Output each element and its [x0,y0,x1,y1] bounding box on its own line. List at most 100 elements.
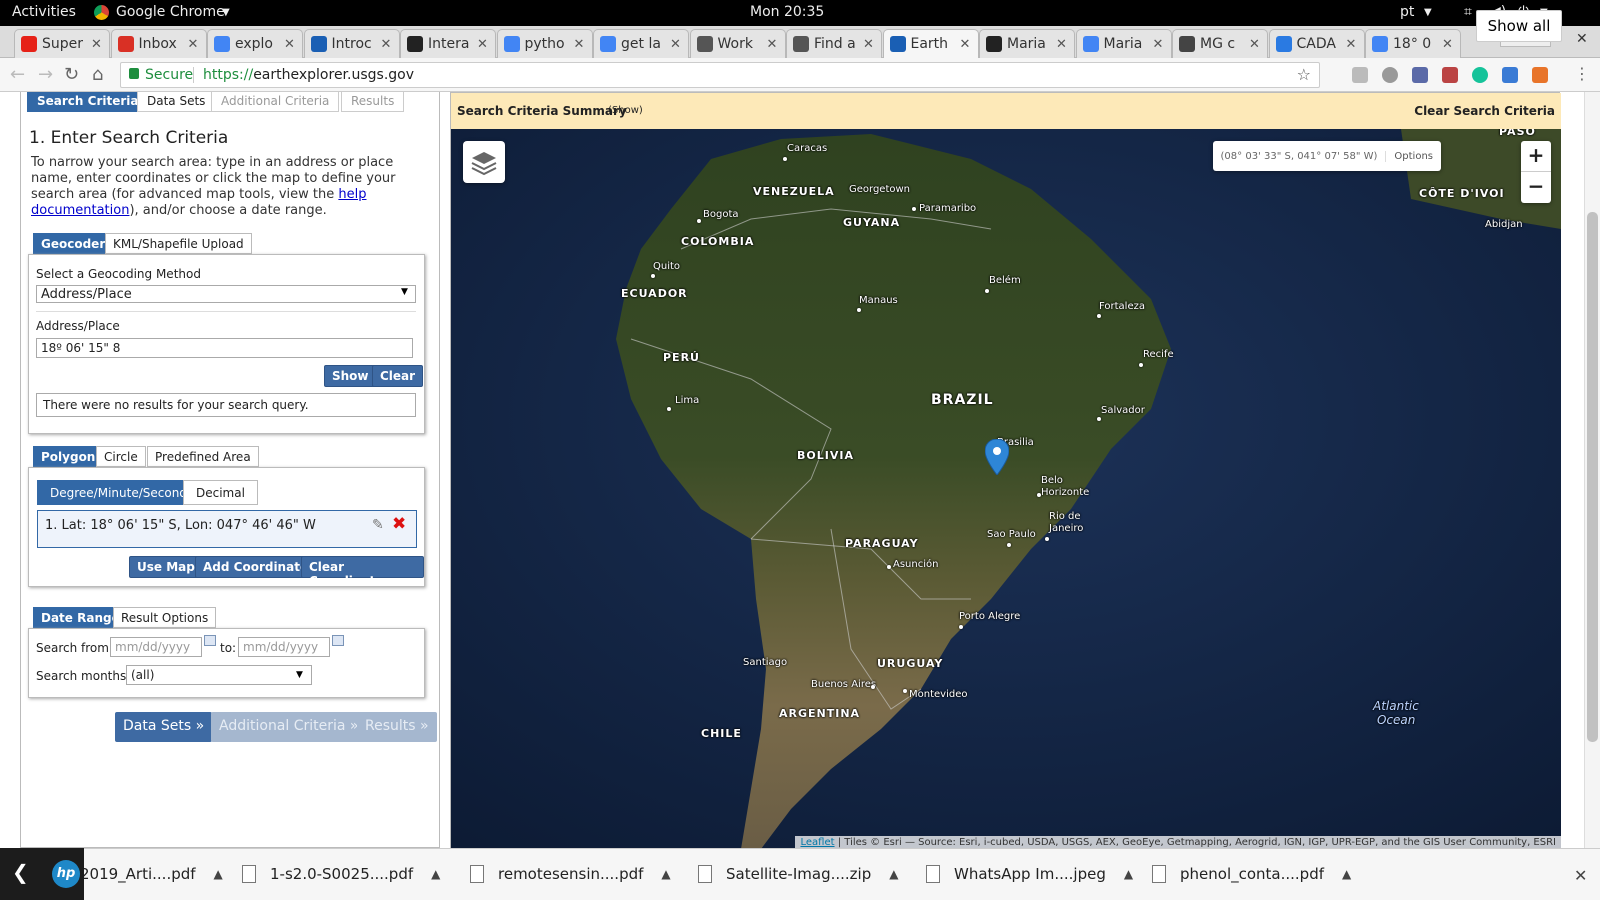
browser-tab[interactable]: Intera ✕ [400,29,496,58]
browser-tab[interactable]: get la ✕ [593,29,689,58]
browser-tab[interactable]: CADA ✕ [1268,29,1365,58]
tab-result-options[interactable]: Result Options [113,607,217,628]
keyboard-language[interactable]: pt [1400,4,1414,20]
browser-tab[interactable]: 18° 0 ✕ [1365,29,1461,58]
zoom-in-button[interactable]: + [1521,141,1551,172]
extension-icon[interactable] [1352,67,1368,83]
map-view[interactable]: Caracas VENEZUELA Georgetown GUYANA Para… [451,129,1561,848]
close-download-bar-icon[interactable]: ✕ [1574,866,1587,885]
tab-polygon[interactable]: Polygon [33,446,104,467]
tab-decimal[interactable]: Decimal [183,480,258,505]
close-tab-icon[interactable]: ✕ [1346,37,1360,52]
calendar-icon[interactable] [332,635,344,646]
page-scrollbar[interactable] [1584,92,1600,848]
options-link[interactable]: Options [1385,150,1441,162]
browser-tab[interactable]: Introc ✕ [303,29,400,58]
close-tab-icon[interactable]: ✕ [574,37,588,52]
grammarly-icon[interactable] [1472,67,1488,83]
results-button[interactable]: Results » [357,712,437,742]
chevron-up-icon[interactable]: ▲ [214,867,223,881]
home-icon[interactable]: ⌂ [92,64,103,85]
download-item[interactable]: phenol_conta....pdf ▲ [1152,858,1351,890]
date-to-input[interactable]: mm/dd/yyyy [238,637,330,657]
additional-criteria-button[interactable]: Additional Criteria » [211,712,367,742]
back-arrow-icon[interactable]: ❮ [12,860,29,884]
browser-tab[interactable]: explo ✕ [207,29,303,58]
browser-tab[interactable]: Maria ✕ [1075,29,1172,58]
browser-tab[interactable]: Super ✕ [14,29,110,58]
date-from-input[interactable]: mm/dd/yyyy [110,637,202,657]
address-bar[interactable]: Secure https://earthexplorer.usgs.gov ☆ [120,62,1320,88]
summary-show-link[interactable]: (Show) [608,105,643,116]
close-tab-icon[interactable]: ✕ [1249,37,1263,52]
browser-tab[interactable]: Find a ✕ [786,29,882,58]
close-tab-icon[interactable]: ✕ [767,37,781,52]
browser-tab[interactable]: MG c ✕ [1172,29,1268,58]
download-item[interactable]: WhatsApp Im....jpeg ▲ [926,858,1133,890]
address-input[interactable]: 18º 06' 15" 8 [36,338,413,358]
edit-icon[interactable]: ✎ [372,517,384,533]
scrollbar-thumb[interactable] [1587,212,1598,742]
close-tab-icon[interactable]: ✕ [960,37,974,52]
geocoding-method-select[interactable]: Address/Place [36,285,416,303]
menu-icon[interactable]: ⋮ [1574,64,1590,83]
add-coordinate-button[interactable]: Add Coordinate [195,556,317,578]
clear-coordinates-button[interactable]: Clear Coordinates [301,556,424,588]
browser-tab[interactable]: Work ✕ [689,29,786,58]
browser-tab[interactable]: Maria ✕ [979,29,1075,58]
back-icon[interactable]: ← [10,64,25,85]
forward-icon[interactable]: → [38,64,53,85]
tab-results[interactable]: Results [341,92,405,112]
close-tab-icon[interactable]: ✕ [91,37,105,52]
activities-button[interactable]: Activities [12,4,76,20]
network-icon[interactable]: ⌗ [1464,4,1472,20]
chevron-up-icon[interactable]: ▲ [1342,867,1351,881]
close-window-icon[interactable]: ✕ [1576,31,1588,47]
extension-icon[interactable] [1412,67,1428,83]
chevron-up-icon[interactable]: ▲ [1124,867,1133,881]
tab-additional-criteria[interactable]: Additional Criteria [211,92,340,112]
layers-control[interactable] [463,141,505,183]
close-tab-icon[interactable]: ✕ [1056,37,1070,52]
close-tab-icon[interactable]: ✕ [863,37,877,52]
zoom-out-button[interactable]: − [1521,172,1551,203]
browser-tab[interactable]: Inbox ✕ [110,29,207,58]
tab-data-sets[interactable]: Data Sets [137,92,216,112]
clear-search-criteria-link[interactable]: Clear Search Criteria [1414,104,1555,118]
extension-icon[interactable] [1382,67,1398,83]
extension-icon[interactable] [1532,67,1548,83]
tab-predefined-area[interactable]: Predefined Area [147,446,259,467]
close-tab-icon[interactable]: ✕ [188,37,202,52]
close-tab-icon[interactable]: ✕ [284,37,298,52]
use-map-button[interactable]: Use Map [129,556,203,578]
clear-button[interactable]: Clear [372,365,424,387]
hp-icon[interactable]: hp [52,860,80,888]
reload-icon[interactable]: ↻ [64,64,79,85]
tab-degree-minute-second[interactable]: Degree/Minute/Second [37,480,200,505]
leaflet-link[interactable]: Leaflet [800,837,834,848]
delete-icon[interactable]: ✖ [392,514,406,534]
extension-icon[interactable] [1442,67,1458,83]
clock[interactable]: Mon 20:35 [750,4,824,20]
map-marker-icon[interactable] [985,439,1009,475]
tab-geocoder[interactable]: Geocoder [33,233,114,254]
download-item[interactable]: 2019_Arti....pdf ▲ [80,858,223,890]
tab-circle[interactable]: Circle [96,446,146,467]
download-item[interactable]: remotesensin....pdf ▲ [470,858,671,890]
tab-search-criteria[interactable]: Search Criteria [27,92,149,112]
tab-kml-upload[interactable]: KML/Shapefile Upload [105,233,252,254]
url-text[interactable]: https://earthexplorer.usgs.gov [203,67,414,83]
download-item[interactable]: Satellite-Imag....zip ▲ [698,858,898,890]
bookmark-star-icon[interactable]: ☆ [1297,65,1311,84]
extension-icon[interactable] [1502,67,1518,83]
search-months-select[interactable]: (all) [126,665,312,685]
chevron-up-icon[interactable]: ▲ [889,867,898,881]
close-tab-icon[interactable]: ✕ [381,37,395,52]
show-all-downloads-button[interactable]: Show all [1476,10,1562,42]
data-sets-button[interactable]: Data Sets » [115,712,213,742]
calendar-icon[interactable] [204,635,216,646]
close-tab-icon[interactable]: ✕ [670,37,684,52]
chevron-up-icon[interactable]: ▲ [431,867,440,881]
chevron-up-icon[interactable]: ▲ [661,867,670,881]
close-tab-icon[interactable]: ✕ [477,37,491,52]
